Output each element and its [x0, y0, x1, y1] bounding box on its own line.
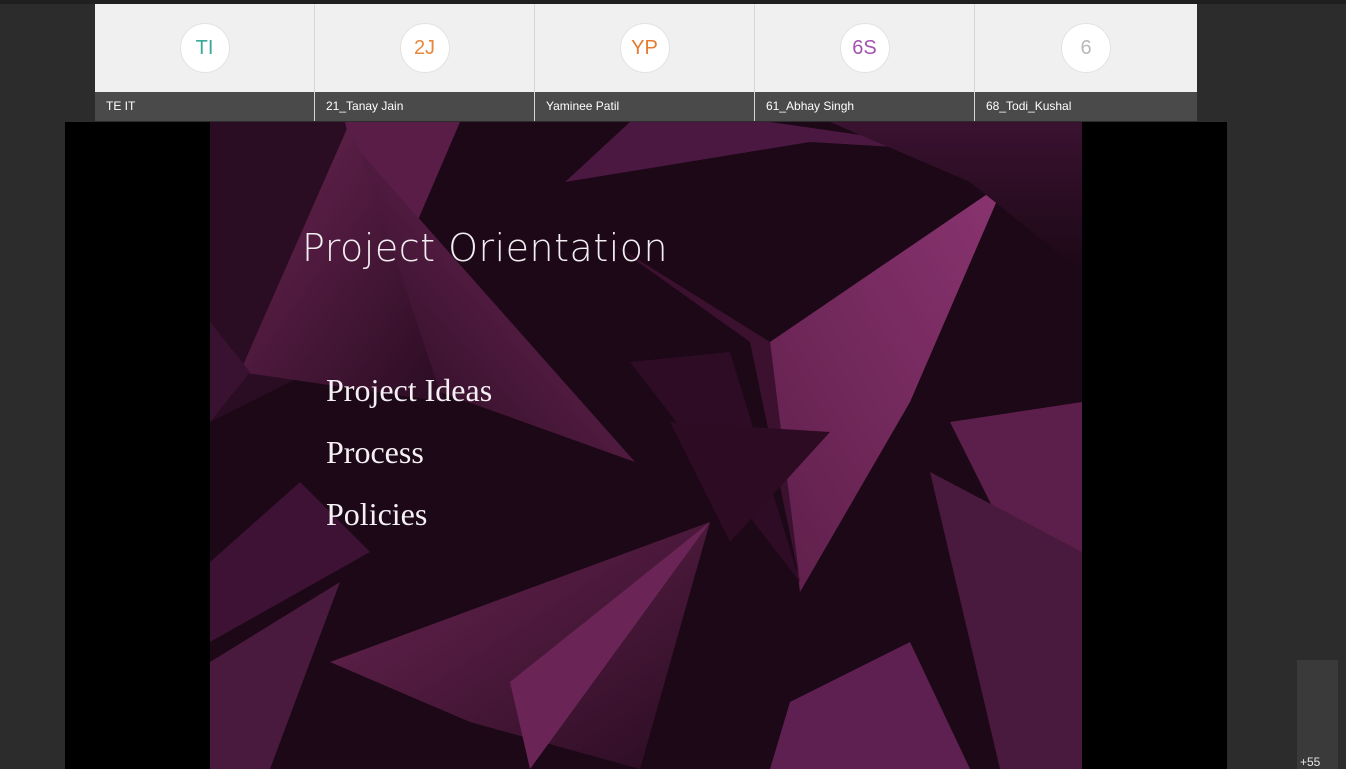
shared-screen: Project Orientation Project Ideas Proces…	[65, 122, 1227, 769]
meeting-window: TI TE IT 2J 21_Tanay Jain YP Yaminee Pat…	[0, 0, 1346, 769]
participant-avatar: 2J	[399, 23, 450, 73]
participant-strip: TI TE IT 2J 21_Tanay Jain YP Yaminee Pat…	[95, 4, 1197, 121]
participant-tile[interactable]: 2J 21_Tanay Jain	[315, 4, 535, 121]
participant-tile[interactable]: YP Yaminee Patil	[535, 4, 755, 121]
participant-tile[interactable]: 6 68_Todi_Kushal	[975, 4, 1197, 121]
participant-avatar: TI	[179, 23, 230, 73]
participant-tile[interactable]: 6S 61_Abhay Singh	[755, 4, 975, 121]
participant-avatar: 6S	[839, 23, 890, 73]
slide-bullet-list: Project Ideas Process Policies	[326, 370, 492, 556]
participant-avatar: 6	[1061, 23, 1111, 73]
participant-tile[interactable]: TI TE IT	[95, 4, 315, 121]
more-participants-count: +55	[1300, 755, 1321, 769]
participant-avatar: YP	[619, 23, 670, 73]
more-participants-button[interactable]	[1297, 660, 1338, 769]
slide-bullet: Project Ideas	[326, 372, 493, 408]
slide-title: Project Orientation	[302, 226, 669, 270]
participant-name: Yaminee Patil	[535, 92, 754, 121]
presentation-slide: Project Orientation Project Ideas Proces…	[210, 122, 1082, 769]
participant-name: 21_Tanay Jain	[315, 92, 534, 121]
participant-name: 61_Abhay Singh	[755, 92, 974, 121]
slide-bullet: Policies	[326, 496, 428, 532]
participant-name: 68_Todi_Kushal	[975, 92, 1197, 121]
slide-bullet: Process	[326, 434, 424, 470]
participant-name: TE IT	[95, 92, 314, 121]
